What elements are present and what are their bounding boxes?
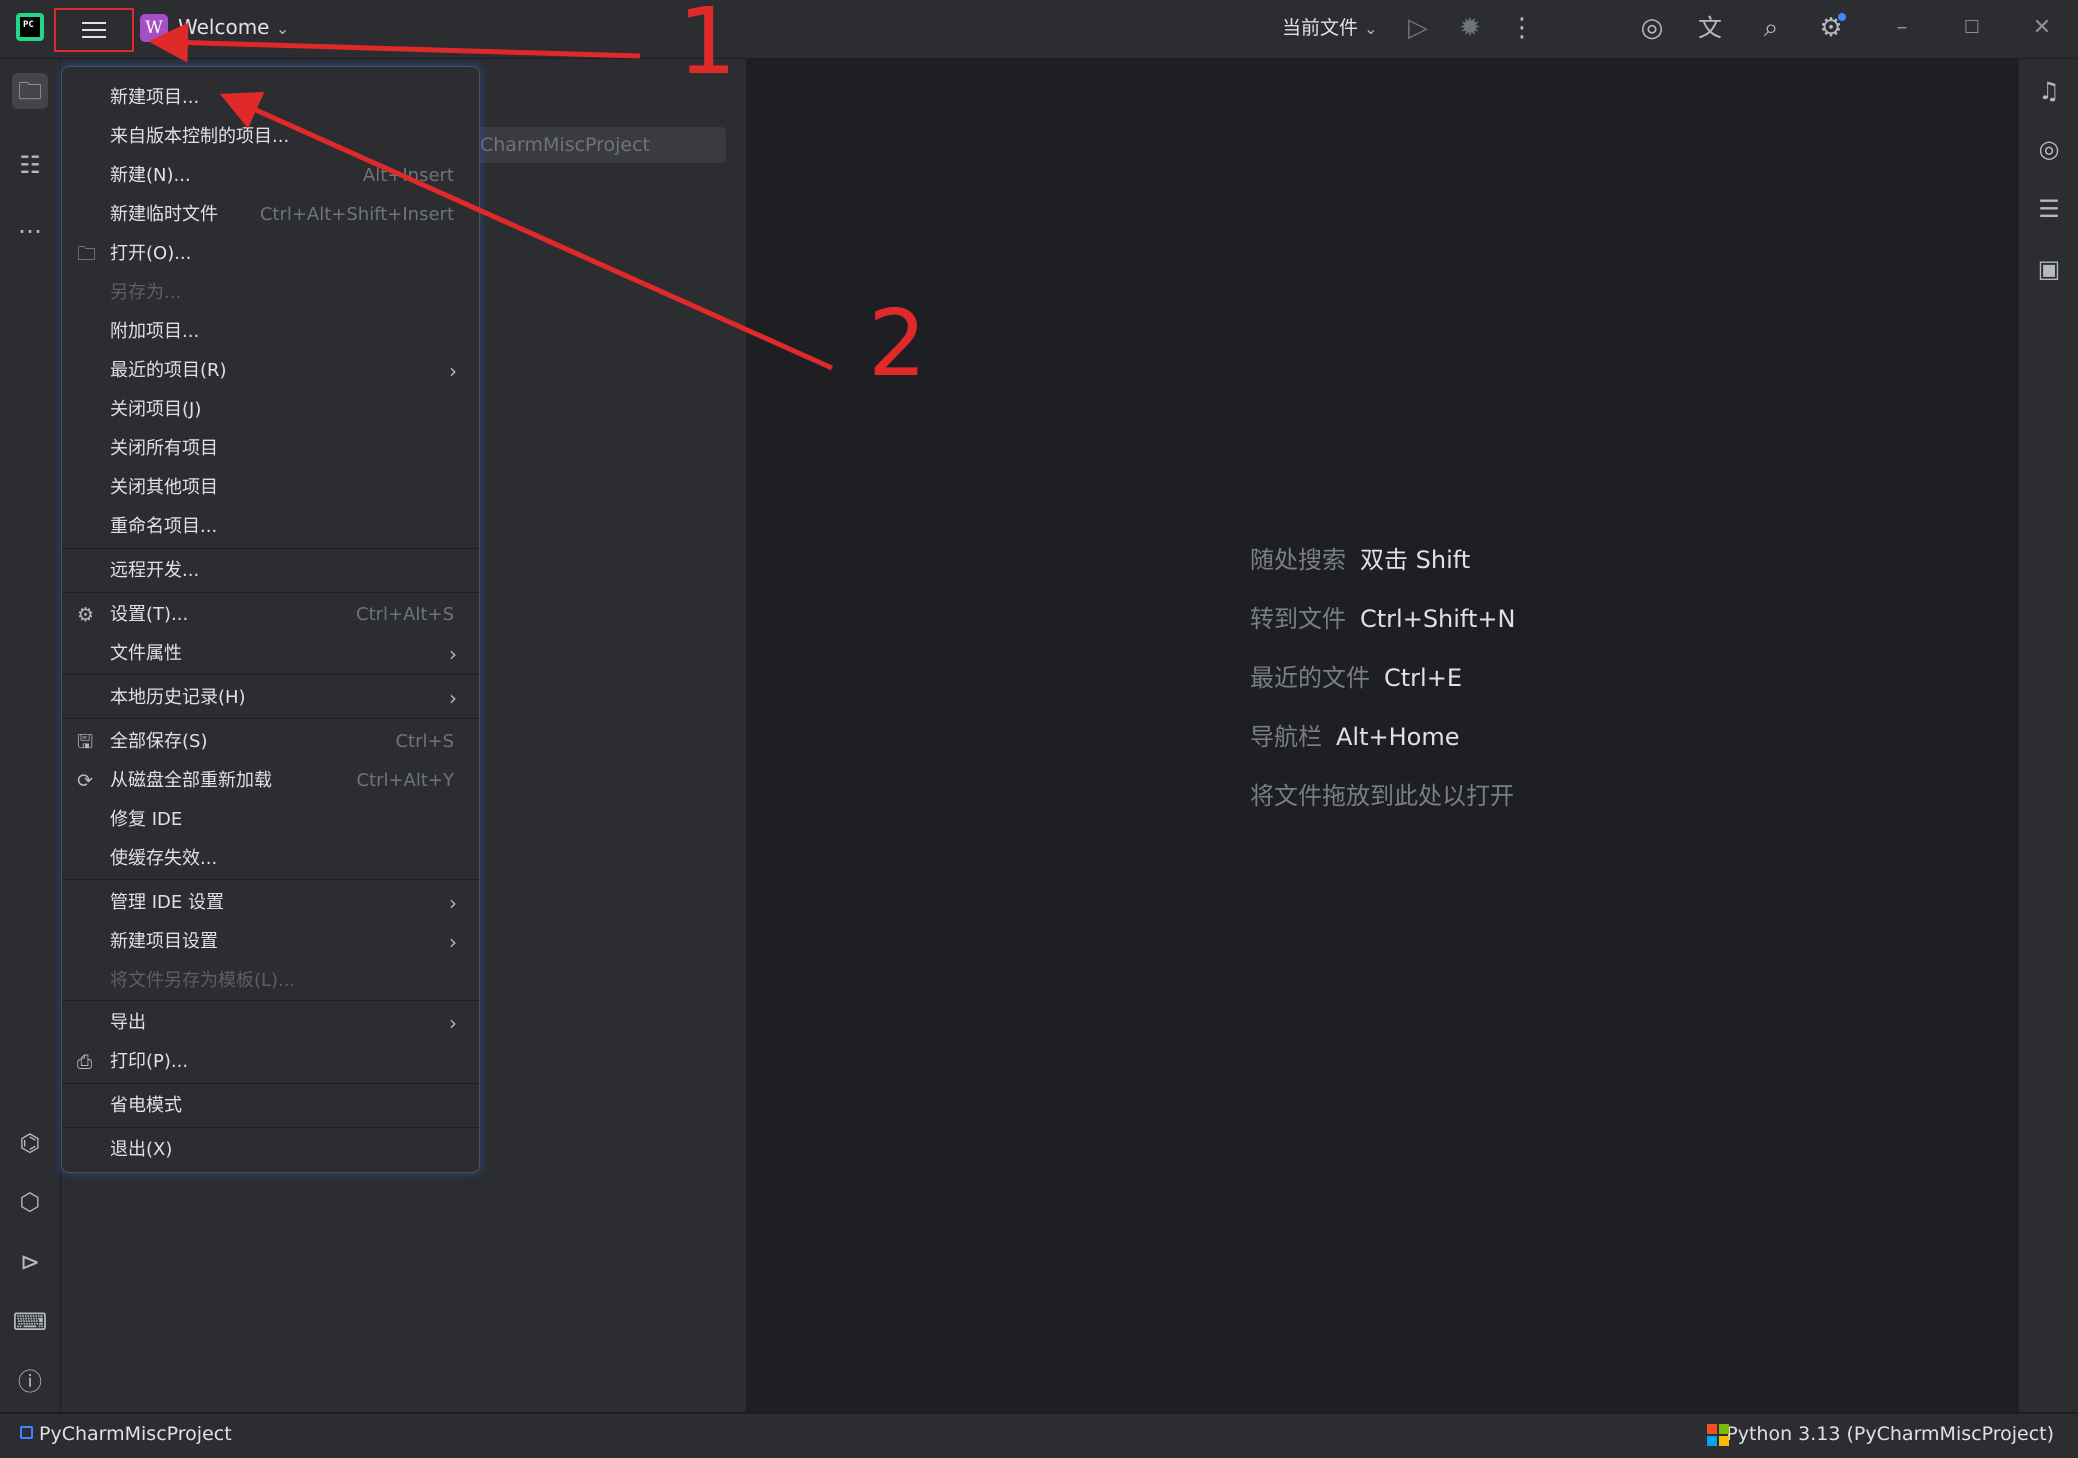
annotation-arrow-2 — [219, 91, 834, 371]
annotation-number-1: 1 — [678, 0, 737, 95]
annotation-arrows — [148, 22, 834, 371]
annotation-arrow-1 — [148, 22, 641, 63]
annotation-number-2: 2 — [868, 290, 927, 397]
